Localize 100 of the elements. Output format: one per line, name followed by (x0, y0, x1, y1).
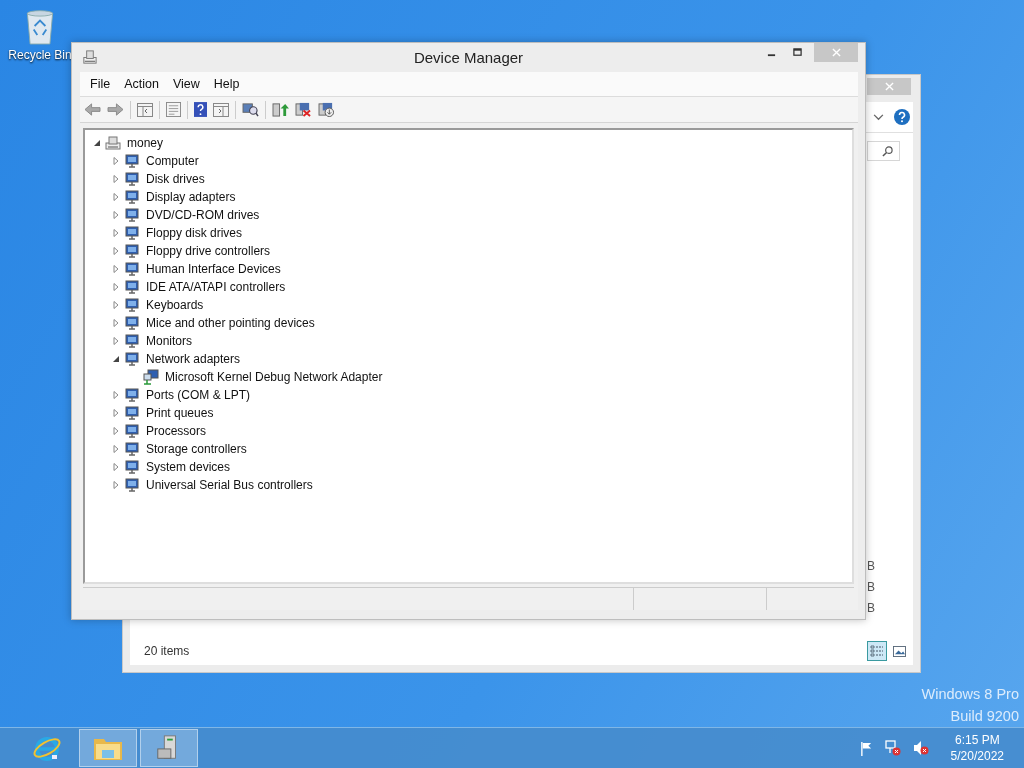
device-icon (124, 297, 140, 313)
tree-item[interactable]: Human Interface Devices (146, 262, 281, 276)
tree-item[interactable]: Ports (COM & LPT) (146, 388, 250, 402)
panel-icon[interactable] (137, 102, 153, 117)
taskbar-button[interactable] (140, 729, 198, 767)
menu-item[interactable]: File (83, 75, 118, 93)
collapsed-arrow-icon[interactable] (112, 193, 120, 201)
computer-icon (105, 135, 121, 151)
collapsed-arrow-icon[interactable] (112, 265, 120, 273)
collapsed-arrow-icon[interactable] (112, 481, 120, 489)
back-arrow-icon[interactable] (84, 102, 101, 117)
collapsed-arrow-icon[interactable] (112, 229, 120, 237)
device-icon (124, 153, 140, 169)
window-title: Device Manager (413, 49, 524, 66)
collapsed-arrow-icon[interactable] (112, 301, 120, 309)
device-icon (124, 441, 140, 457)
item-count: 20 items (144, 644, 190, 658)
search-icon (882, 145, 893, 157)
clock-date: 5/20/2022 (950, 748, 1004, 764)
collapsed-arrow-icon[interactable] (112, 247, 120, 255)
device-icon (124, 261, 140, 277)
close-button[interactable] (867, 78, 911, 95)
device-icon (124, 171, 140, 187)
menu-item[interactable]: View (165, 75, 207, 93)
os-version-text: Build 9200 (950, 707, 1019, 726)
device-icon (124, 225, 140, 241)
list-icon (870, 644, 884, 658)
device-icon (124, 279, 140, 295)
device-icon (124, 243, 140, 259)
tree-item[interactable]: Display adapters (146, 190, 236, 204)
image-icon (892, 645, 906, 657)
computer-icon (81, 49, 98, 66)
uninstall-device-icon[interactable] (318, 102, 335, 117)
collapsed-arrow-icon[interactable] (112, 175, 120, 183)
device-icon (124, 207, 140, 223)
collapsed-arrow-icon[interactable] (112, 319, 120, 327)
speaker-muted-icon[interactable] (912, 740, 929, 756)
tree-item[interactable]: Keyboards (146, 298, 204, 312)
network-adapter-icon (143, 369, 159, 385)
collapsed-arrow-icon[interactable] (112, 157, 120, 165)
tree-item[interactable]: Processors (146, 424, 207, 438)
search-field[interactable] (867, 141, 900, 161)
maximize-icon (792, 48, 802, 57)
network-error-icon[interactable] (884, 740, 901, 756)
tree-item[interactable]: DVD/CD-ROM drives (146, 208, 260, 222)
expanded-arrow-icon[interactable] (93, 139, 101, 147)
tree-item[interactable]: System devices (146, 460, 231, 474)
expanded-arrow-icon[interactable] (112, 355, 120, 363)
close-icon (831, 48, 841, 57)
collapsed-arrow-icon[interactable] (112, 211, 120, 219)
device-icon (124, 477, 140, 493)
update-driver-icon[interactable] (272, 102, 289, 117)
clock-time: 6:15 PM (954, 732, 1000, 748)
menu-item[interactable]: Help (206, 75, 247, 93)
size-text: B (867, 558, 876, 575)
close-icon (884, 82, 894, 91)
collapsed-arrow-icon[interactable] (112, 445, 120, 453)
help-icon[interactable] (194, 102, 207, 117)
tree-item[interactable]: Disk drives (146, 172, 205, 186)
device-icon (124, 423, 140, 439)
panel-icon[interactable] (213, 102, 229, 117)
tree-item[interactable]: Mice and other pointing devices (146, 316, 315, 330)
taskbar-button[interactable] (79, 729, 137, 767)
os-version-text: Windows 8 Pro (921, 685, 1019, 704)
desktop-icon-label[interactable]: Recycle Bin (8, 48, 72, 62)
device-icon (124, 351, 140, 367)
collapsed-arrow-icon[interactable] (112, 283, 120, 291)
flag-icon[interactable] (859, 740, 873, 756)
tree-item[interactable]: Computer (146, 154, 199, 168)
size-text: B (867, 600, 876, 617)
collapsed-arrow-icon[interactable] (112, 427, 120, 435)
device-icon (124, 387, 140, 403)
tree-item[interactable]: Floppy drive controllers (146, 244, 271, 258)
tree-item[interactable]: money (127, 136, 164, 150)
collapsed-arrow-icon[interactable] (112, 337, 120, 345)
menu-item[interactable]: Action (117, 75, 166, 93)
device-icon (124, 405, 140, 421)
device-icon (124, 189, 140, 205)
tree-item[interactable]: Print queues (146, 406, 214, 420)
collapsed-arrow-icon[interactable] (112, 463, 120, 471)
tree-item[interactable]: Monitors (146, 334, 192, 348)
tree-item[interactable]: Universal Serial Bus controllers (146, 478, 313, 492)
forward-arrow-icon[interactable] (107, 102, 124, 117)
tree-item[interactable]: Storage controllers (146, 442, 247, 456)
collapsed-arrow-icon[interactable] (112, 409, 120, 417)
device-icon (124, 315, 140, 331)
device-icon (124, 333, 140, 349)
tree-item[interactable]: IDE ATA/ATAPI controllers (146, 280, 286, 294)
help-icon[interactable] (894, 109, 910, 125)
disable-device-icon[interactable] (295, 102, 312, 117)
size-text: B (867, 579, 876, 596)
details-view-button[interactable] (867, 641, 887, 661)
scan-icon[interactable] (242, 102, 259, 117)
collapsed-arrow-icon[interactable] (112, 391, 120, 399)
tree-item[interactable]: Microsoft Kernel Debug Network Adapter (165, 370, 383, 384)
device-icon (124, 459, 140, 475)
tree-item[interactable]: Network adapters (146, 352, 241, 366)
tree-item[interactable]: Floppy disk drives (146, 226, 243, 240)
chevron-down-icon[interactable] (873, 113, 884, 121)
properties-icon[interactable] (166, 102, 181, 117)
